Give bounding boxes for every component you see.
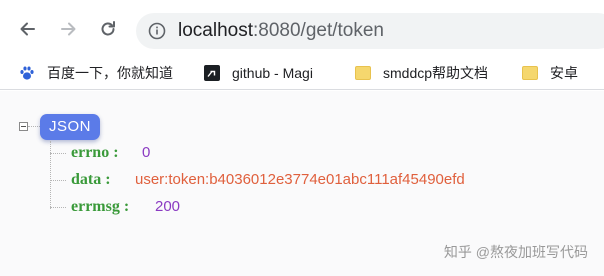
tree-branch <box>50 180 66 181</box>
tree-branch <box>50 207 66 208</box>
baidu-paw-icon <box>20 66 34 80</box>
bookmark-folder-smddcp[interactable]: smddcp帮助文档 <box>355 63 488 83</box>
bookmark-folder-android[interactable]: 安卓 <box>522 63 578 83</box>
back-button[interactable] <box>17 18 39 40</box>
json-value: user:token:b4036012e3774e01abc111af45490… <box>135 171 465 188</box>
json-key: errmsg : <box>71 198 130 215</box>
reload-icon <box>101 21 115 36</box>
json-key: data : <box>71 171 111 188</box>
url-host: localhost <box>178 20 253 41</box>
bookmark-label: 百度一下，你就知道 <box>47 65 173 81</box>
json-value: 0 <box>142 144 151 161</box>
bookmark-label: smddcp帮助文档 <box>383 65 489 81</box>
json-viewer: JSON errno : 0 data : user:token:b403601… <box>0 91 604 276</box>
address-bar[interactable]: localhost:8080/get/token <box>136 13 604 49</box>
json-root-badge[interactable]: JSON <box>40 114 101 140</box>
bookmark-label: github - Magi <box>232 65 313 81</box>
arrow-left-icon <box>20 22 35 36</box>
info-icon[interactable] <box>148 22 166 40</box>
watermark: 知乎 @熬夜加班写代码 <box>443 244 588 260</box>
forward-button[interactable] <box>57 18 79 40</box>
tree-connector <box>50 141 51 209</box>
json-value: 200 <box>155 198 181 215</box>
json-key: errno : <box>71 144 119 161</box>
folder-icon <box>355 66 371 80</box>
url-text[interactable]: localhost:8080/get/token <box>178 20 384 42</box>
collapse-toggle[interactable] <box>19 122 28 131</box>
tree-branch <box>50 153 66 154</box>
bookmark-baidu[interactable]: 百度一下，你就知道 <box>19 63 173 83</box>
browser-toolbar: localhost:8080/get/token <box>0 0 604 56</box>
arrow-right-icon <box>61 22 76 36</box>
github-icon <box>204 65 220 81</box>
bookmark-label: 安卓 <box>550 65 578 81</box>
folder-icon <box>522 66 538 80</box>
reload-button[interactable] <box>97 18 119 40</box>
bookmark-github[interactable]: github - Magi <box>204 63 313 83</box>
tree-connector <box>28 126 40 127</box>
url-path: :8080/get/token <box>253 20 384 41</box>
bookmarks-bar: 百度一下，你就知道 github - Magi smddcp帮助文档 安卓 <box>0 56 604 90</box>
